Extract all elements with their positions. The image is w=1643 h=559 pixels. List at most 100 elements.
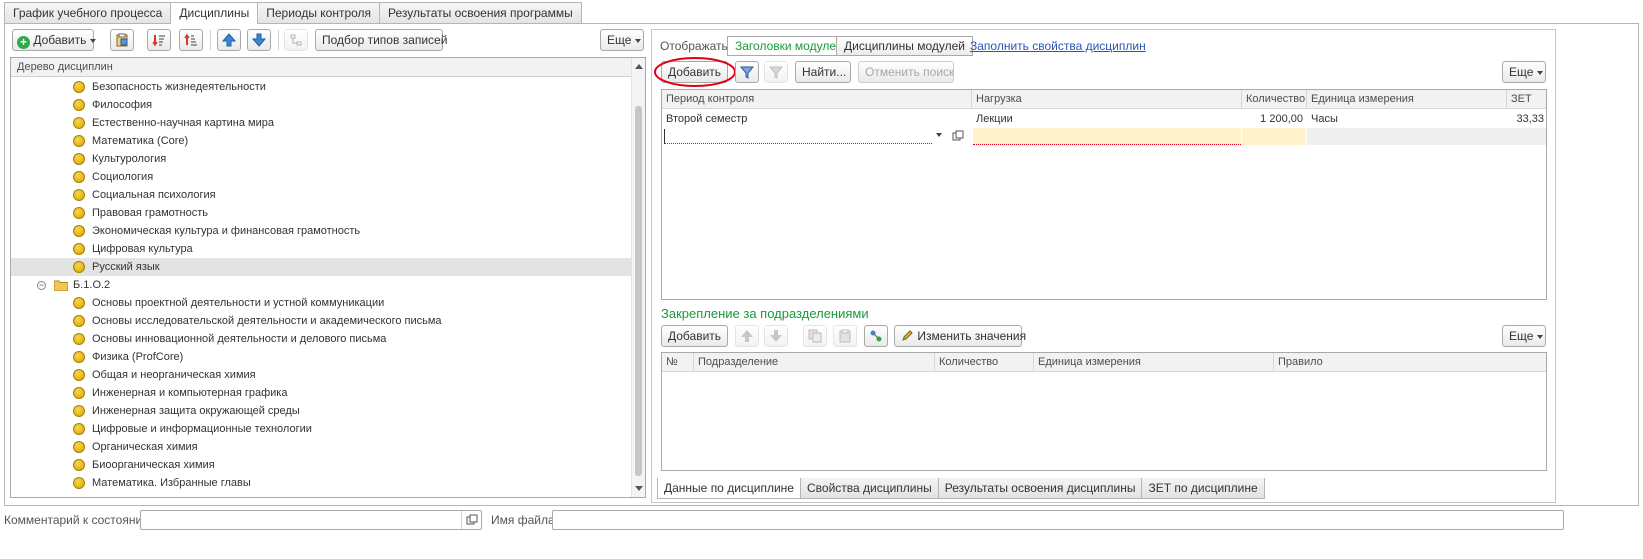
tree-item[interactable]: Основы инновационной деятельности и дело… [11,330,631,348]
paste-icon [839,329,851,343]
load-edit-cell[interactable] [973,128,1241,145]
add-dropdown-button[interactable]: + Добавить [12,29,97,51]
tab-discipline-properties[interactable]: Свойства дисциплины [799,478,939,499]
discipline-tree[interactable]: Дерево дисциплин Безопасность жизнедеяте… [10,57,646,498]
column-header-period[interactable]: Период контроля [662,90,972,109]
tree-item[interactable]: Инженерная и компьютерная графика [11,384,631,402]
tree-group-label: Б.1.О.2 [73,279,111,291]
tree-item[interactable]: Философия [11,96,631,114]
discipline-icon [73,81,85,93]
column-header-unit[interactable]: Единица измерения [1307,90,1507,109]
find-button[interactable]: Найти... [795,61,851,83]
collapse-icon[interactable]: − [37,281,46,290]
tree-item[interactable]: Правовая грамотность [11,204,631,222]
discipline-icon [73,423,85,435]
display-module-headers[interactable]: Заголовки модулей [727,36,851,56]
chevron-down-icon [1537,70,1544,75]
tree-item[interactable]: Безопасность жизнедеятельности [11,78,631,96]
hierarchy-button[interactable] [284,29,308,51]
column-header-unit[interactable]: Единица измерения [1034,353,1274,372]
copy-to-clipboard-button[interactable] [110,29,134,51]
column-header-load[interactable]: Нагрузка [972,90,1242,109]
tree-item[interactable]: Цифровая культура [11,240,631,258]
open-icon[interactable] [461,511,481,529]
discipline-icon [73,189,85,201]
scroll-down-icon[interactable] [635,486,643,491]
scrollbar-thumb[interactable] [635,106,642,476]
highlight-circle [654,57,736,87]
chevron-down-icon[interactable] [934,129,948,145]
sort-ascending-button[interactable] [179,29,203,51]
tree-item[interactable]: Социальная психология [11,186,631,204]
tab-program-results[interactable]: Результаты освоения программы [379,2,582,23]
tree-item[interactable]: Естественно-научная картина мира [11,114,631,132]
column-header-rule[interactable]: Правило [1274,353,1546,372]
load-grid[interactable]: Период контроля Нагрузка Количество Един… [661,89,1547,300]
subdivisions-grid[interactable]: № Подразделение Количество Единица измер… [661,352,1547,471]
discipline-icon [73,333,85,345]
period-edit-field[interactable] [664,129,932,144]
tree-group[interactable]: − Б.1.О.2 [11,276,631,294]
more-label: Еще [607,33,632,47]
more-button-subdivisions[interactable]: Еще [1502,325,1546,347]
column-header-subdivision[interactable]: Подразделение [694,353,935,372]
scroll-up-icon[interactable] [635,64,643,69]
copy-button[interactable] [803,325,827,347]
filter-button[interactable] [735,61,759,83]
tree-item[interactable]: Математика (Core) [11,132,631,150]
cancel-search-button[interactable]: Отменить поиск [858,61,954,83]
comment-field[interactable] [140,510,482,530]
tab-discipline-data[interactable]: Данные по дисциплине [657,478,801,499]
tree-item[interactable]: Органическая химия [11,438,631,456]
tree-item[interactable]: Биоорганическая химия [11,456,631,474]
paste-button[interactable] [833,325,857,347]
open-icon[interactable] [952,130,966,144]
select-record-types-button[interactable]: Подбор типов записей [315,29,447,51]
move-up-button[interactable] [217,29,241,51]
unit-edit-cell [1307,128,1507,145]
tree-item-label: Физика (ProfCore) [92,351,184,363]
table-row-editing[interactable] [662,128,1546,146]
tree-item[interactable]: Основы проектной деятельности и устной к… [11,294,631,312]
move-up-button-2[interactable] [735,325,759,347]
tree-item[interactable]: Физика (ProfCore) [11,348,631,366]
tree-item[interactable]: Общая и неорганическая химия [11,366,631,384]
table-row[interactable]: Второй семестр Лекции 1 200,00 Часы 33,3… [662,110,1546,128]
column-header-zet[interactable]: ЗЕТ [1507,90,1546,109]
add-subdivision-button[interactable]: Добавить [661,325,728,347]
tree-item[interactable]: Культурология [11,150,631,168]
tab-discipline-results[interactable]: Результаты освоения дисциплины [937,478,1143,499]
tab-discipline-zet[interactable]: ЗЕТ по дисциплине [1141,478,1265,499]
tree-item-label: Социология [92,171,154,183]
tab-schedule[interactable]: График учебного процесса [4,2,172,23]
change-values-button[interactable]: Изменить значения [894,325,1026,347]
tree-item[interactable]: Основы исследовательской деятельности и … [11,312,631,330]
column-header-quantity[interactable]: Количество [935,353,1034,372]
column-header-quantity[interactable]: Количество [1242,90,1307,109]
tree-item[interactable]: Экономическая культура и финансовая грам… [11,222,631,240]
fill-discipline-properties-link[interactable]: Заполнить свойства дисциплин [970,39,1146,53]
more-button-left[interactable]: Еще [600,29,644,51]
discipline-icon [73,225,85,237]
quantity-edit-cell[interactable] [1242,128,1306,145]
column-header-number[interactable]: № [662,353,694,372]
discipline-icon [73,405,85,417]
tree-item[interactable]: Математика. Избранные главы [11,474,631,492]
chevron-down-icon [90,38,97,43]
more-button-right[interactable]: Еще [1502,61,1546,83]
tree-item-selected[interactable]: Русский язык [11,258,631,276]
display-module-disciplines[interactable]: Дисциплины модулей [836,36,973,56]
move-down-button[interactable] [247,29,271,51]
tree-item[interactable]: Социология [11,168,631,186]
sort-descending-button[interactable] [147,29,171,51]
move-down-button-2[interactable] [764,325,788,347]
tree-item[interactable]: Инженерная защита окружающей среды [11,402,631,420]
tab-control-periods[interactable]: Периоды контроля [257,2,381,23]
tree-item-label: Культурология [92,153,167,165]
tree-item[interactable]: Цифровые и информационные технологии [11,420,631,438]
tab-disciplines[interactable]: Дисциплины [170,2,259,24]
file-name-field[interactable] [552,510,1564,530]
structure-button[interactable] [864,325,888,347]
tree-scrollbar[interactable] [631,58,645,497]
clear-filter-button[interactable] [764,61,788,83]
